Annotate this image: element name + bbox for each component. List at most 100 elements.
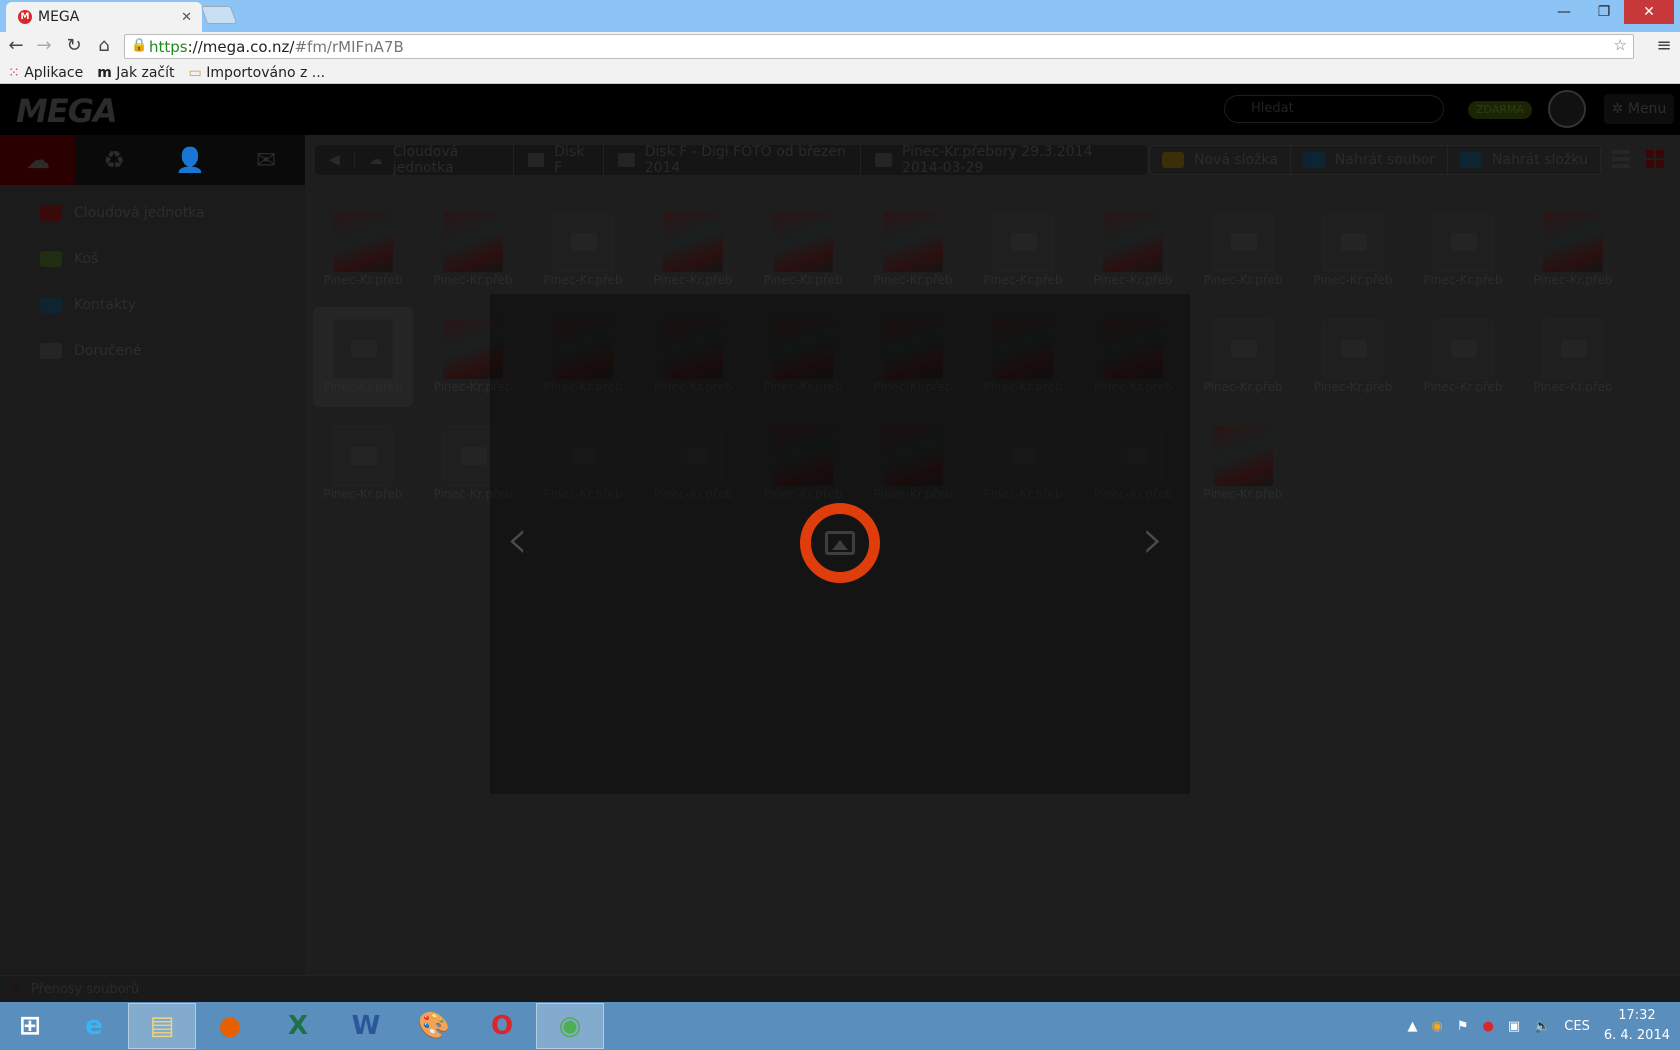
bookmark-folder[interactable]: ▭ Importováno z ... <box>189 65 326 81</box>
action-button[interactable]: Nahrát složku <box>1448 146 1600 174</box>
previous-image-button[interactable]: ‹ <box>506 512 528 568</box>
file-item[interactable]: Pinec-Kr.přeb <box>863 200 963 300</box>
show-hidden-icons[interactable]: ▲ <box>1407 1019 1417 1034</box>
sidebar-item[interactable]: Cloudová jednotka <box>40 201 205 225</box>
file-item[interactable]: Pinec-Kr.přeb <box>533 200 633 300</box>
tab-inbox[interactable]: ✉ <box>228 135 304 185</box>
maximize-button[interactable]: ❐ <box>1584 0 1624 24</box>
file-item[interactable]: Pinec-Kr.přeb <box>1523 307 1623 407</box>
avast-icon[interactable]: ◉ <box>1431 1019 1442 1034</box>
search-input[interactable]: Hledat <box>1224 95 1444 123</box>
breadcrumb-item[interactable]: ☁ Cloudová jednotka <box>355 144 514 176</box>
taskbar-windows-start[interactable]: ⊞ <box>0 1003 60 1049</box>
tab-rubbish-bin[interactable]: ♻ <box>76 135 152 185</box>
action-icon <box>1460 152 1483 168</box>
file-name: Pinec-Kr.přeb <box>543 273 623 287</box>
file-item[interactable]: Pinec-Kr.přeb <box>1193 414 1293 514</box>
taskbar-firefox[interactable]: ● <box>196 1003 264 1049</box>
file-item[interactable]: Pinec-Kr.přeb <box>643 200 743 300</box>
breadcrumb-item[interactable]: Disk F - Digi FOTO od březen 2014 <box>604 144 862 176</box>
new-tab-button[interactable] <box>200 6 238 24</box>
avatar[interactable] <box>1548 90 1586 128</box>
taskbar-word[interactable]: W <box>332 1003 400 1049</box>
flag-icon[interactable]: ⚑ <box>1457 1019 1469 1034</box>
apps-grid-icon: ⁙ <box>8 64 20 81</box>
clock[interactable]: 17:32 6. 4. 2014 <box>1604 1006 1670 1046</box>
file-item[interactable]: Pinec-Kr.přeb <box>1303 200 1403 300</box>
next-image-button[interactable]: › <box>1142 512 1164 568</box>
camera-placeholder-icon <box>1323 319 1383 379</box>
forward-icon[interactable]: → <box>32 35 56 56</box>
tab-contacts[interactable]: 👤 <box>152 135 228 185</box>
section-tabs: ☁ ♻ 👤 ✉ <box>0 135 305 185</box>
taskbar-opera[interactable]: O <box>468 1003 536 1049</box>
home-icon[interactable]: ⌂ <box>92 35 116 56</box>
language-indicator[interactable]: CES <box>1564 1019 1590 1034</box>
reload-icon[interactable]: ↻ <box>62 35 86 56</box>
folder-icon <box>875 153 892 167</box>
bookmark-jak-zacit[interactable]: m Jak začít <box>97 65 174 81</box>
loading-spinner <box>800 503 880 583</box>
file-item[interactable]: Pinec-Kr.přeb <box>313 200 413 300</box>
file-item[interactable]: Pinec-Kr.přeb <box>313 414 413 514</box>
file-item[interactable]: Pinec-Kr.přeb <box>1413 200 1513 300</box>
file-item[interactable]: Pinec-Kr.přeb <box>1413 307 1513 407</box>
m-icon: m <box>97 64 112 81</box>
bookmark-apps[interactable]: ⁙ Aplikace <box>8 65 83 81</box>
breadcrumb-back-button[interactable]: ◀ <box>315 152 355 168</box>
photo-thumbnail <box>1213 426 1273 486</box>
bookmark-label: Aplikace <box>24 64 84 81</box>
file-item[interactable]: Pinec-Kr.přeb <box>973 200 1073 300</box>
action-label: Nová složka <box>1194 152 1278 168</box>
sidebar-item[interactable]: Doručené <box>40 339 142 363</box>
file-item[interactable]: Pinec-Kr.přeb <box>1193 200 1293 300</box>
url-scheme: https <box>149 37 188 56</box>
chrome-menu-icon[interactable]: ≡ <box>1652 35 1676 56</box>
close-tab-icon[interactable]: ✕ <box>181 10 192 25</box>
taskbar-chrome[interactable]: ◉ <box>536 1003 604 1049</box>
taskbar-internet-explorer[interactable]: e <box>60 1003 128 1049</box>
file-item[interactable]: Pinec-Kr.přeb <box>753 200 853 300</box>
image-icon <box>825 531 855 555</box>
transfers-bar[interactable]: ⇅ Přenosy souborů <box>0 975 1680 1002</box>
camera-placeholder-icon <box>333 319 393 379</box>
close-window-button[interactable]: ✕ <box>1624 0 1674 24</box>
browser-titlebar: M MEGA ✕ — ❐ ✕ <box>0 0 1680 32</box>
mega-logo[interactable]: MEGA <box>16 92 118 130</box>
action-button[interactable]: Nahrát soubor <box>1291 146 1449 174</box>
list-view-icon[interactable] <box>1612 150 1630 168</box>
file-item[interactable]: Pinec-Kr.přeb <box>1193 307 1293 407</box>
file-explorer-icon: ▤ <box>149 1011 175 1041</box>
breadcrumb-item-current[interactable]: Pinec-Kr.přebory 29.3.2014 2014-03-29 <box>861 144 1147 176</box>
file-item[interactable]: Pinec-Kr.přeb <box>1303 307 1403 407</box>
star-icon[interactable]: ☆ <box>1614 36 1627 54</box>
volume-icon[interactable]: 🔈 <box>1534 1019 1550 1034</box>
taskbar-excel[interactable]: X <box>264 1003 332 1049</box>
back-icon[interactable]: ← <box>4 35 28 56</box>
action-button[interactable]: Nová složka <box>1150 146 1291 174</box>
plan-badge[interactable]: ZDARMA <box>1468 101 1532 119</box>
photo-thumbnail <box>773 212 833 272</box>
action-icon <box>1302 152 1325 168</box>
file-item[interactable]: Pinec-Kr.přeb <box>1523 200 1623 300</box>
browser-toolbar: ← → ↻ ⌂ 🔒 https://mega.co.nz/#fm/rMIFnA7… <box>0 32 1680 62</box>
mega-tray-icon[interactable]: ● <box>1482 1019 1493 1034</box>
network-icon[interactable]: ▣ <box>1508 1019 1520 1034</box>
grid-view-icon[interactable] <box>1646 150 1664 168</box>
sidebar-item[interactable]: Koš <box>40 247 98 271</box>
taskbar-file-explorer[interactable]: ▤ <box>128 1003 196 1049</box>
breadcrumb-item[interactable]: Disk F <box>514 144 604 176</box>
tab-cloud-drive[interactable]: ☁ <box>0 135 76 185</box>
minimize-button[interactable]: — <box>1544 0 1584 24</box>
file-item[interactable]: Pinec-Kr.přeb <box>1083 200 1183 300</box>
camera-placeholder-icon <box>333 426 393 486</box>
taskbar-paint[interactable]: 🎨 <box>400 1003 468 1049</box>
address-bar[interactable]: 🔒 https://mega.co.nz/#fm/rMIFnA7B ☆ <box>124 34 1634 59</box>
file-item[interactable]: Pinec-Kr.přeb <box>423 200 523 300</box>
file-item[interactable]: Pinec-Kr.přeb <box>313 307 413 407</box>
menu-button[interactable]: ✲ Menu <box>1604 94 1674 124</box>
folder-icon <box>617 153 635 167</box>
sidebar-item[interactable]: Kontakty <box>40 293 136 317</box>
sidebar-item-label: Doručené <box>74 343 142 359</box>
browser-tab[interactable]: M MEGA ✕ <box>6 2 202 32</box>
